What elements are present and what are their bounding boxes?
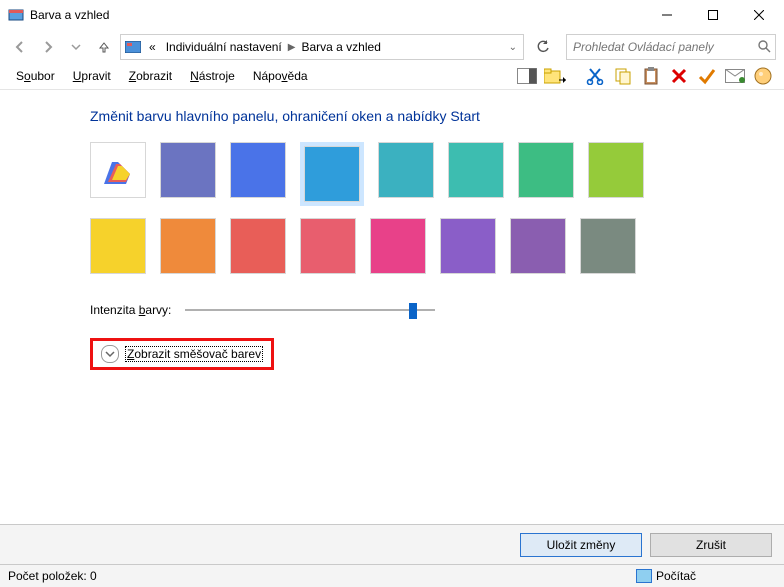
menubar: Soubor Upravit Zobrazit Nástroje Nápověd…	[0, 63, 784, 90]
color-swatch[interactable]	[300, 218, 356, 274]
menu-view[interactable]: Zobrazit	[121, 66, 180, 86]
breadcrumb-prefix: «	[145, 38, 160, 56]
paste-icon[interactable]	[638, 63, 664, 89]
globe-icon[interactable]	[750, 63, 776, 89]
preview-pane-icon[interactable]	[514, 63, 540, 89]
color-swatch[interactable]	[378, 142, 434, 198]
menu-help[interactable]: Nápověda	[245, 66, 316, 86]
window-title: Barva a vzhled	[30, 8, 109, 22]
menu-tools[interactable]: Nástroje	[182, 66, 243, 86]
color-swatch[interactable]	[448, 142, 504, 198]
app-icon	[8, 7, 24, 23]
intensity-slider[interactable]	[185, 302, 435, 318]
search-input[interactable]	[571, 39, 753, 55]
status-location: Počítač	[636, 569, 776, 583]
copy-icon[interactable]	[610, 63, 636, 89]
highlight-box: Zobrazit směšovač barev	[90, 338, 274, 370]
color-swatch[interactable]	[160, 142, 216, 198]
color-swatch[interactable]	[370, 218, 426, 274]
cut-icon[interactable]	[582, 63, 608, 89]
maximize-button[interactable]	[690, 0, 736, 30]
page-heading: Změnit barvu hlavního panelu, ohraničení…	[90, 108, 784, 124]
breadcrumb-item[interactable]: Individuální nastavení	[162, 38, 286, 56]
delete-icon[interactable]	[666, 63, 692, 89]
color-swatch[interactable]	[588, 142, 644, 198]
color-swatch[interactable]	[580, 218, 636, 274]
intensity-label: Intenzita barvy:	[90, 303, 171, 317]
mail-icon[interactable]	[722, 63, 748, 89]
forward-button[interactable]	[36, 35, 60, 59]
folder-options-icon[interactable]	[542, 63, 568, 89]
show-color-mixer-link[interactable]: Zobrazit směšovač barev	[125, 346, 263, 362]
breadcrumb-item[interactable]: Barva a vzhled	[297, 38, 384, 56]
control-panel-icon	[123, 37, 143, 57]
cancel-button[interactable]: Zrušit	[650, 533, 772, 557]
chevron-down-icon[interactable]	[101, 345, 119, 363]
status-bar: Počet položek: 0 Počítač	[0, 564, 784, 587]
nav-row: « Individuální nastavení ▶ Barva a vzhle…	[0, 30, 784, 63]
breadcrumb[interactable]: « Individuální nastavení ▶ Barva a vzhle…	[120, 34, 524, 60]
menu-edit[interactable]: Upravit	[65, 66, 119, 86]
computer-icon	[636, 569, 652, 583]
check-icon[interactable]	[694, 63, 720, 89]
content: Změnit barvu hlavního panelu, ohraničení…	[0, 90, 784, 370]
color-swatch-auto[interactable]	[90, 142, 146, 198]
item-count-label: Počet položek: 0	[8, 569, 97, 583]
up-button[interactable]	[92, 35, 116, 59]
color-swatch-grid	[90, 142, 784, 274]
color-swatch[interactable]	[90, 218, 146, 274]
chevron-right-icon: ▶	[288, 42, 296, 53]
search-box[interactable]	[566, 34, 776, 60]
close-button[interactable]	[736, 0, 782, 30]
color-swatch[interactable]	[518, 142, 574, 198]
search-icon[interactable]	[757, 39, 771, 56]
menu-file[interactable]: Soubor	[8, 66, 63, 86]
recent-dropdown[interactable]	[64, 35, 88, 59]
chevron-down-icon[interactable]: ⌄	[505, 40, 521, 55]
color-swatch[interactable]	[230, 218, 286, 274]
titlebar: Barva a vzhled	[0, 0, 784, 30]
footer: Uložit změny Zrušit	[0, 524, 784, 565]
color-swatch[interactable]	[230, 142, 286, 198]
intensity-row: Intenzita barvy:	[90, 302, 784, 318]
color-swatch[interactable]	[160, 218, 216, 274]
refresh-button[interactable]	[530, 34, 556, 60]
color-swatch[interactable]	[510, 218, 566, 274]
save-button[interactable]: Uložit změny	[520, 533, 642, 557]
slider-thumb[interactable]	[409, 303, 417, 319]
minimize-button[interactable]	[644, 0, 690, 30]
color-swatch-selected[interactable]	[300, 142, 364, 206]
back-button[interactable]	[8, 35, 32, 59]
color-swatch[interactable]	[440, 218, 496, 274]
